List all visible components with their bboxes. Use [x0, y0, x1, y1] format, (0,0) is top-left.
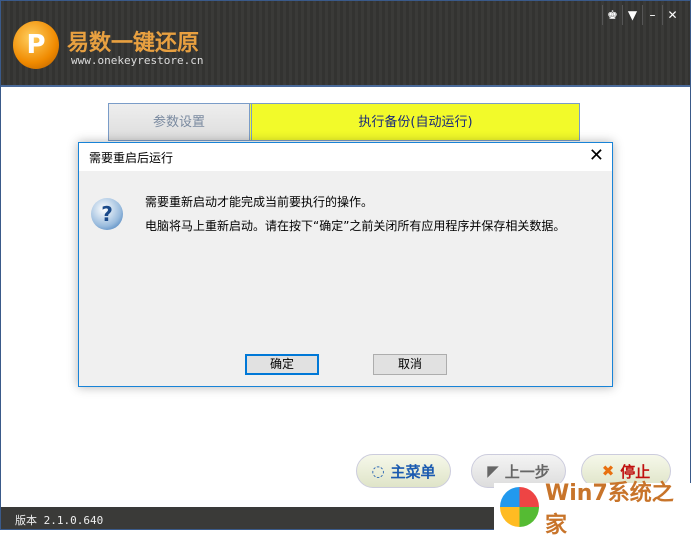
close-icon[interactable]: ✕ — [662, 5, 682, 25]
app-url: www.onekeyrestore.cn — [71, 54, 204, 67]
minimize-icon[interactable]: – — [642, 5, 662, 25]
skin-icon[interactable]: ♚ — [602, 5, 622, 25]
restart-dialog: 需要重启后运行 ✕ ? 需要重新启动才能完成当前要执行的操作。 电脑将马上重新启… — [78, 142, 613, 387]
app-title: 易数一键还原 — [67, 31, 200, 56]
question-icon: ? — [91, 198, 123, 230]
windows-logo-icon — [500, 487, 539, 527]
step-indicator: 参数设置 执行备份(自动运行) — [108, 103, 580, 141]
step-params: 参数设置 — [109, 104, 249, 140]
refresh-icon: ◌ — [371, 462, 385, 480]
dialog-message-1: 需要重新启动才能完成当前要执行的操作。 — [145, 195, 374, 209]
dialog-message-2: 电脑将马上重新启动。请在按下“确定”之前关闭所有应用程序并保存相关数据。 — [145, 219, 566, 233]
ok-button[interactable]: 确定 — [245, 354, 319, 375]
dialog-close-icon[interactable]: ✕ — [589, 145, 604, 166]
cancel-button[interactable]: 取消 — [373, 354, 447, 375]
version-label: 版本 2.1.0.640 — [15, 514, 104, 527]
watermark: Win7系统之家 — [494, 481, 691, 538]
menu-icon[interactable]: ▼ — [622, 5, 642, 25]
header: P 易数一键还原 www.onekeyrestore.cn ♚ ▼ – ✕ — [1, 1, 690, 87]
dialog-title: 需要重启后运行 — [79, 143, 612, 171]
back-arrow-icon: ◤ — [487, 462, 499, 480]
step-backup: 执行备份(自动运行) — [249, 104, 579, 140]
app-logo: P — [13, 21, 59, 69]
main-menu-button[interactable]: ◌ 主菜单 — [356, 454, 451, 488]
